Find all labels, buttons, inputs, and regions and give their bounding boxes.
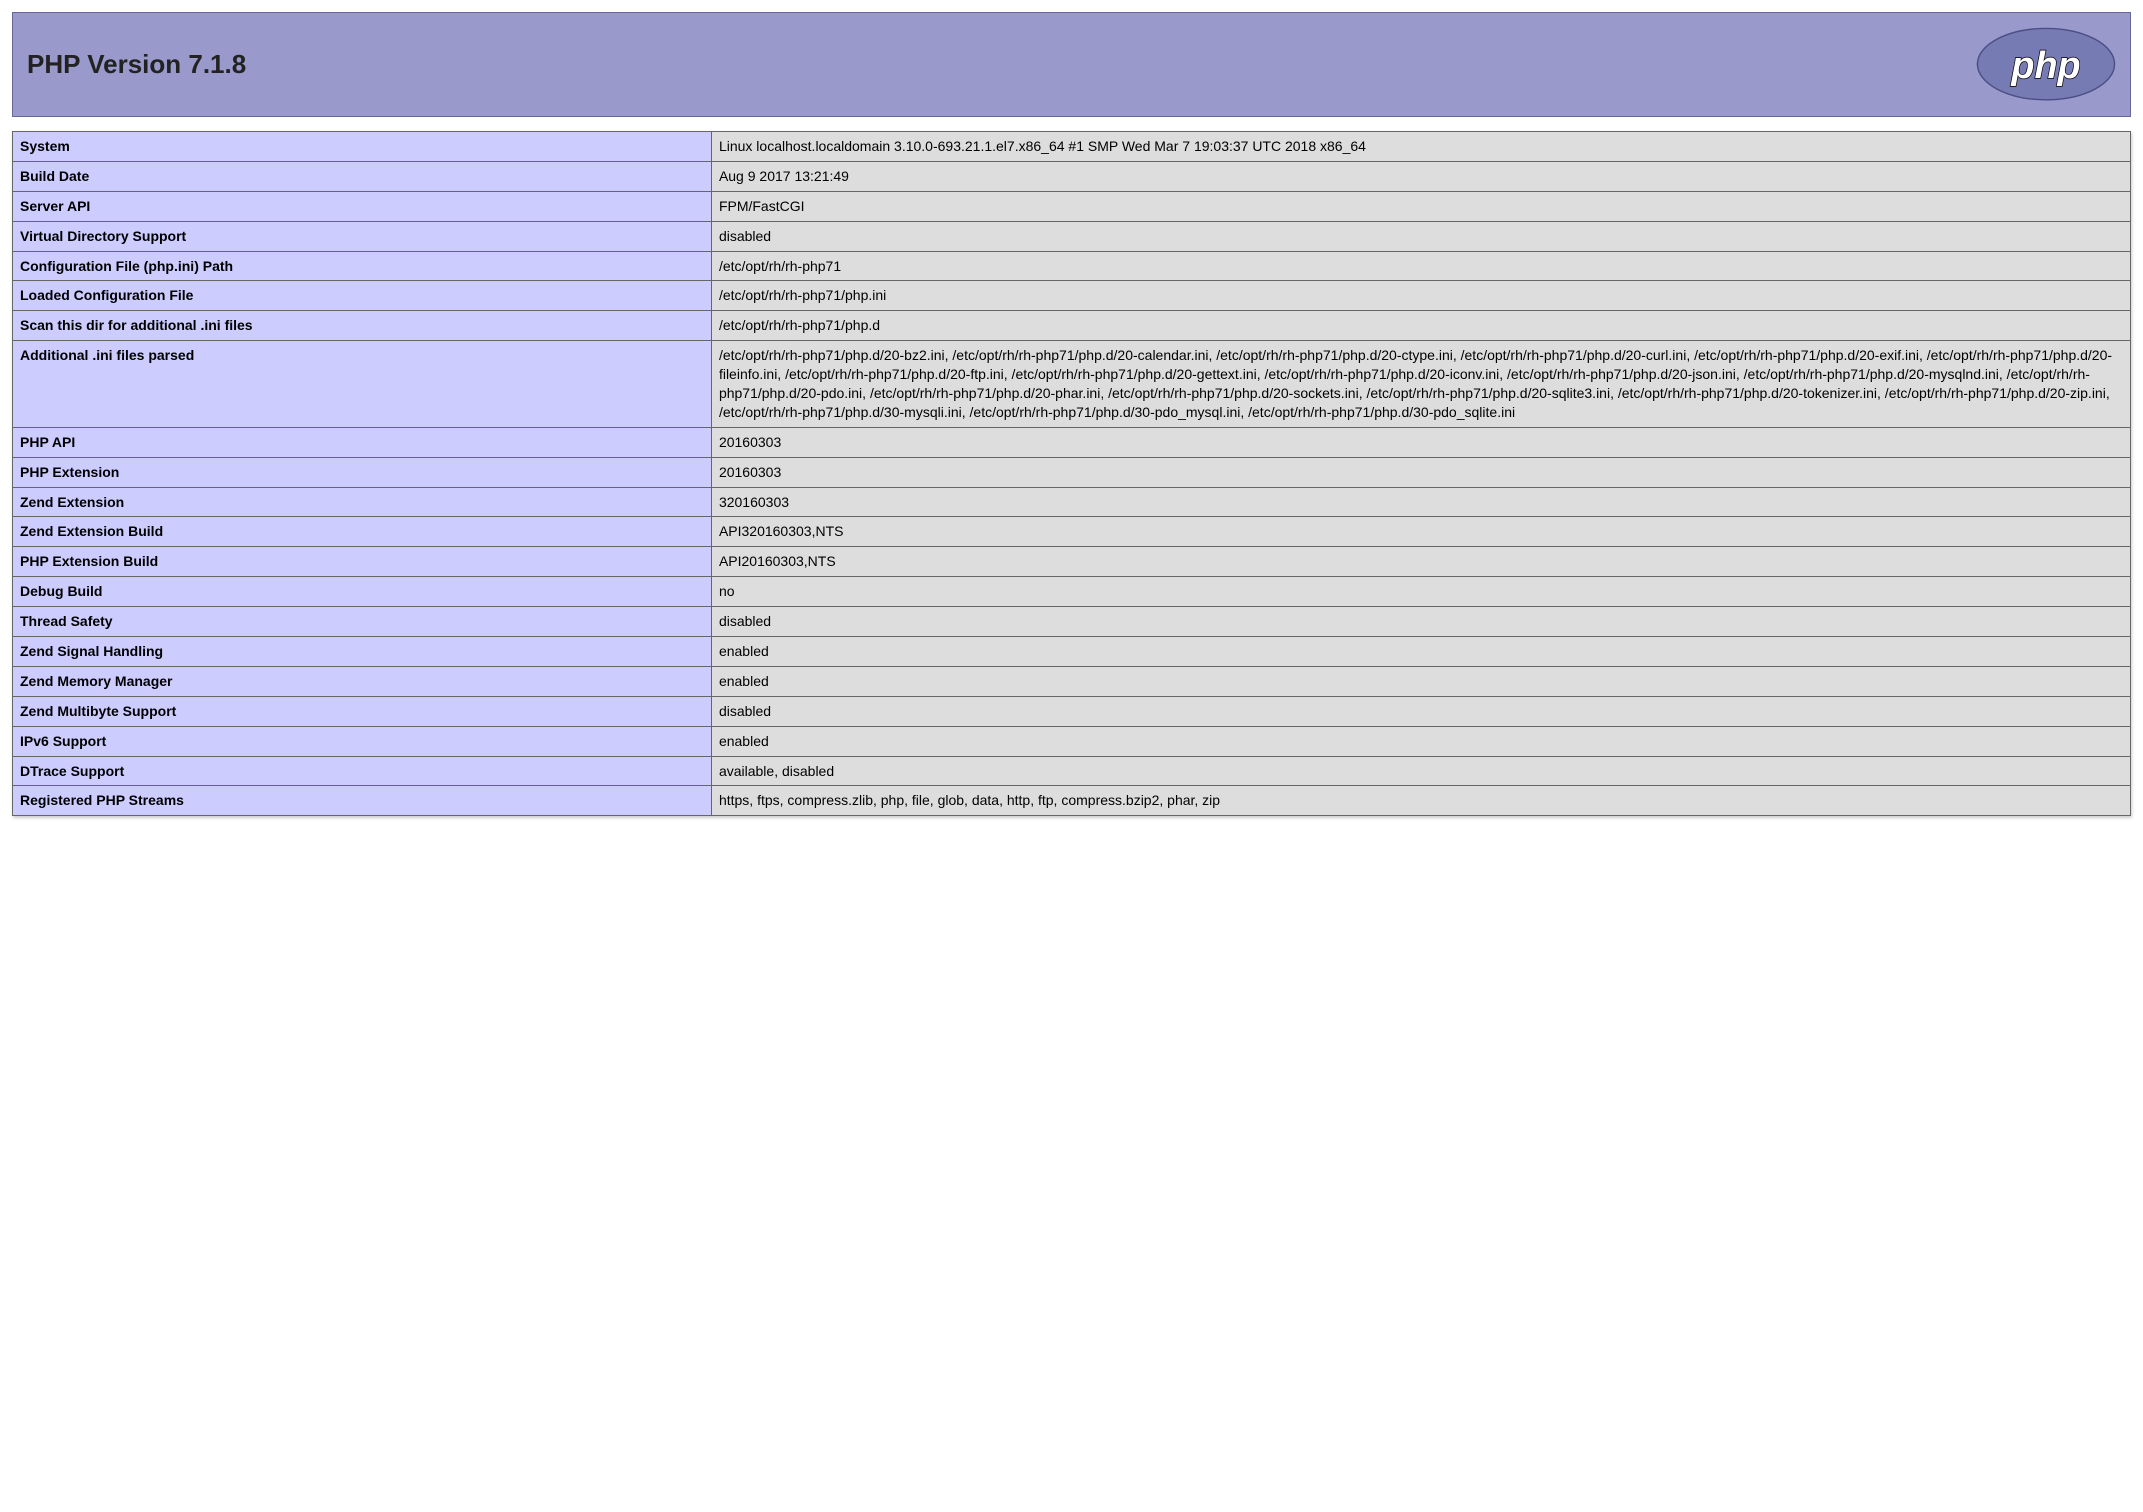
config-value: disabled — [711, 696, 2130, 726]
table-row: PHP API20160303 — [13, 427, 2131, 457]
table-row: Zend Multibyte Supportdisabled — [13, 696, 2131, 726]
table-row: Build DateAug 9 2017 13:21:49 — [13, 161, 2131, 191]
config-key: Zend Multibyte Support — [13, 696, 712, 726]
config-key: Zend Memory Manager — [13, 666, 712, 696]
config-value: available, disabled — [711, 756, 2130, 786]
table-row: DTrace Supportavailable, disabled — [13, 756, 2131, 786]
config-value: no — [711, 577, 2130, 607]
config-key: Configuration File (php.ini) Path — [13, 251, 712, 281]
config-key: Server API — [13, 191, 712, 221]
table-row: Zend Extension320160303 — [13, 487, 2131, 517]
config-key: System — [13, 132, 712, 162]
config-value: 20160303 — [711, 457, 2130, 487]
config-value: https, ftps, compress.zlib, php, file, g… — [711, 786, 2130, 816]
table-row: Debug Buildno — [13, 577, 2131, 607]
svg-text:php: php — [2010, 45, 2080, 87]
config-value: /etc/opt/rh/rh-php71/php.ini — [711, 281, 2130, 311]
table-row: Zend Signal Handlingenabled — [13, 637, 2131, 667]
table-row: PHP Extension BuildAPI20160303,NTS — [13, 547, 2131, 577]
config-value: disabled — [711, 607, 2130, 637]
config-value: API20160303,NTS — [711, 547, 2130, 577]
config-key: Loaded Configuration File — [13, 281, 712, 311]
php-logo-icon: php — [1976, 27, 2116, 102]
table-row: Additional .ini files parsed/etc/opt/rh/… — [13, 341, 2131, 428]
config-value: FPM/FastCGI — [711, 191, 2130, 221]
config-key: Additional .ini files parsed — [13, 341, 712, 428]
table-row: IPv6 Supportenabled — [13, 726, 2131, 756]
config-value: Aug 9 2017 13:21:49 — [711, 161, 2130, 191]
phpinfo-header: PHP Version 7.1.8 php — [12, 12, 2131, 117]
table-row: Scan this dir for additional .ini files/… — [13, 311, 2131, 341]
table-row: Registered PHP Streamshttps, ftps, compr… — [13, 786, 2131, 816]
config-key: Virtual Directory Support — [13, 221, 712, 251]
config-value: /etc/opt/rh/rh-php71 — [711, 251, 2130, 281]
config-value: enabled — [711, 666, 2130, 696]
page-title: PHP Version 7.1.8 — [27, 49, 246, 80]
config-value: disabled — [711, 221, 2130, 251]
config-key: Zend Extension Build — [13, 517, 712, 547]
config-key: PHP API — [13, 427, 712, 457]
config-key: PHP Extension — [13, 457, 712, 487]
table-row: Loaded Configuration File/etc/opt/rh/rh-… — [13, 281, 2131, 311]
config-key: Thread Safety — [13, 607, 712, 637]
table-row: Server APIFPM/FastCGI — [13, 191, 2131, 221]
config-value: enabled — [711, 726, 2130, 756]
config-key: Zend Signal Handling — [13, 637, 712, 667]
table-row: Virtual Directory Supportdisabled — [13, 221, 2131, 251]
table-row: Thread Safetydisabled — [13, 607, 2131, 637]
table-row: Configuration File (php.ini) Path/etc/op… — [13, 251, 2131, 281]
config-key: Build Date — [13, 161, 712, 191]
config-value: API320160303,NTS — [711, 517, 2130, 547]
config-key: IPv6 Support — [13, 726, 712, 756]
config-value: 20160303 — [711, 427, 2130, 457]
config-value: enabled — [711, 637, 2130, 667]
table-row: PHP Extension20160303 — [13, 457, 2131, 487]
table-row: Zend Extension BuildAPI320160303,NTS — [13, 517, 2131, 547]
config-key: Registered PHP Streams — [13, 786, 712, 816]
config-key: Scan this dir for additional .ini files — [13, 311, 712, 341]
table-row: Zend Memory Managerenabled — [13, 666, 2131, 696]
config-key: PHP Extension Build — [13, 547, 712, 577]
config-value: 320160303 — [711, 487, 2130, 517]
config-value: /etc/opt/rh/rh-php71/php.d — [711, 311, 2130, 341]
phpinfo-table: SystemLinux localhost.localdomain 3.10.0… — [12, 131, 2131, 816]
config-key: Debug Build — [13, 577, 712, 607]
config-key: Zend Extension — [13, 487, 712, 517]
config-value: /etc/opt/rh/rh-php71/php.d/20-bz2.ini, /… — [711, 341, 2130, 428]
table-row: SystemLinux localhost.localdomain 3.10.0… — [13, 132, 2131, 162]
config-key: DTrace Support — [13, 756, 712, 786]
config-value: Linux localhost.localdomain 3.10.0-693.2… — [711, 132, 2130, 162]
